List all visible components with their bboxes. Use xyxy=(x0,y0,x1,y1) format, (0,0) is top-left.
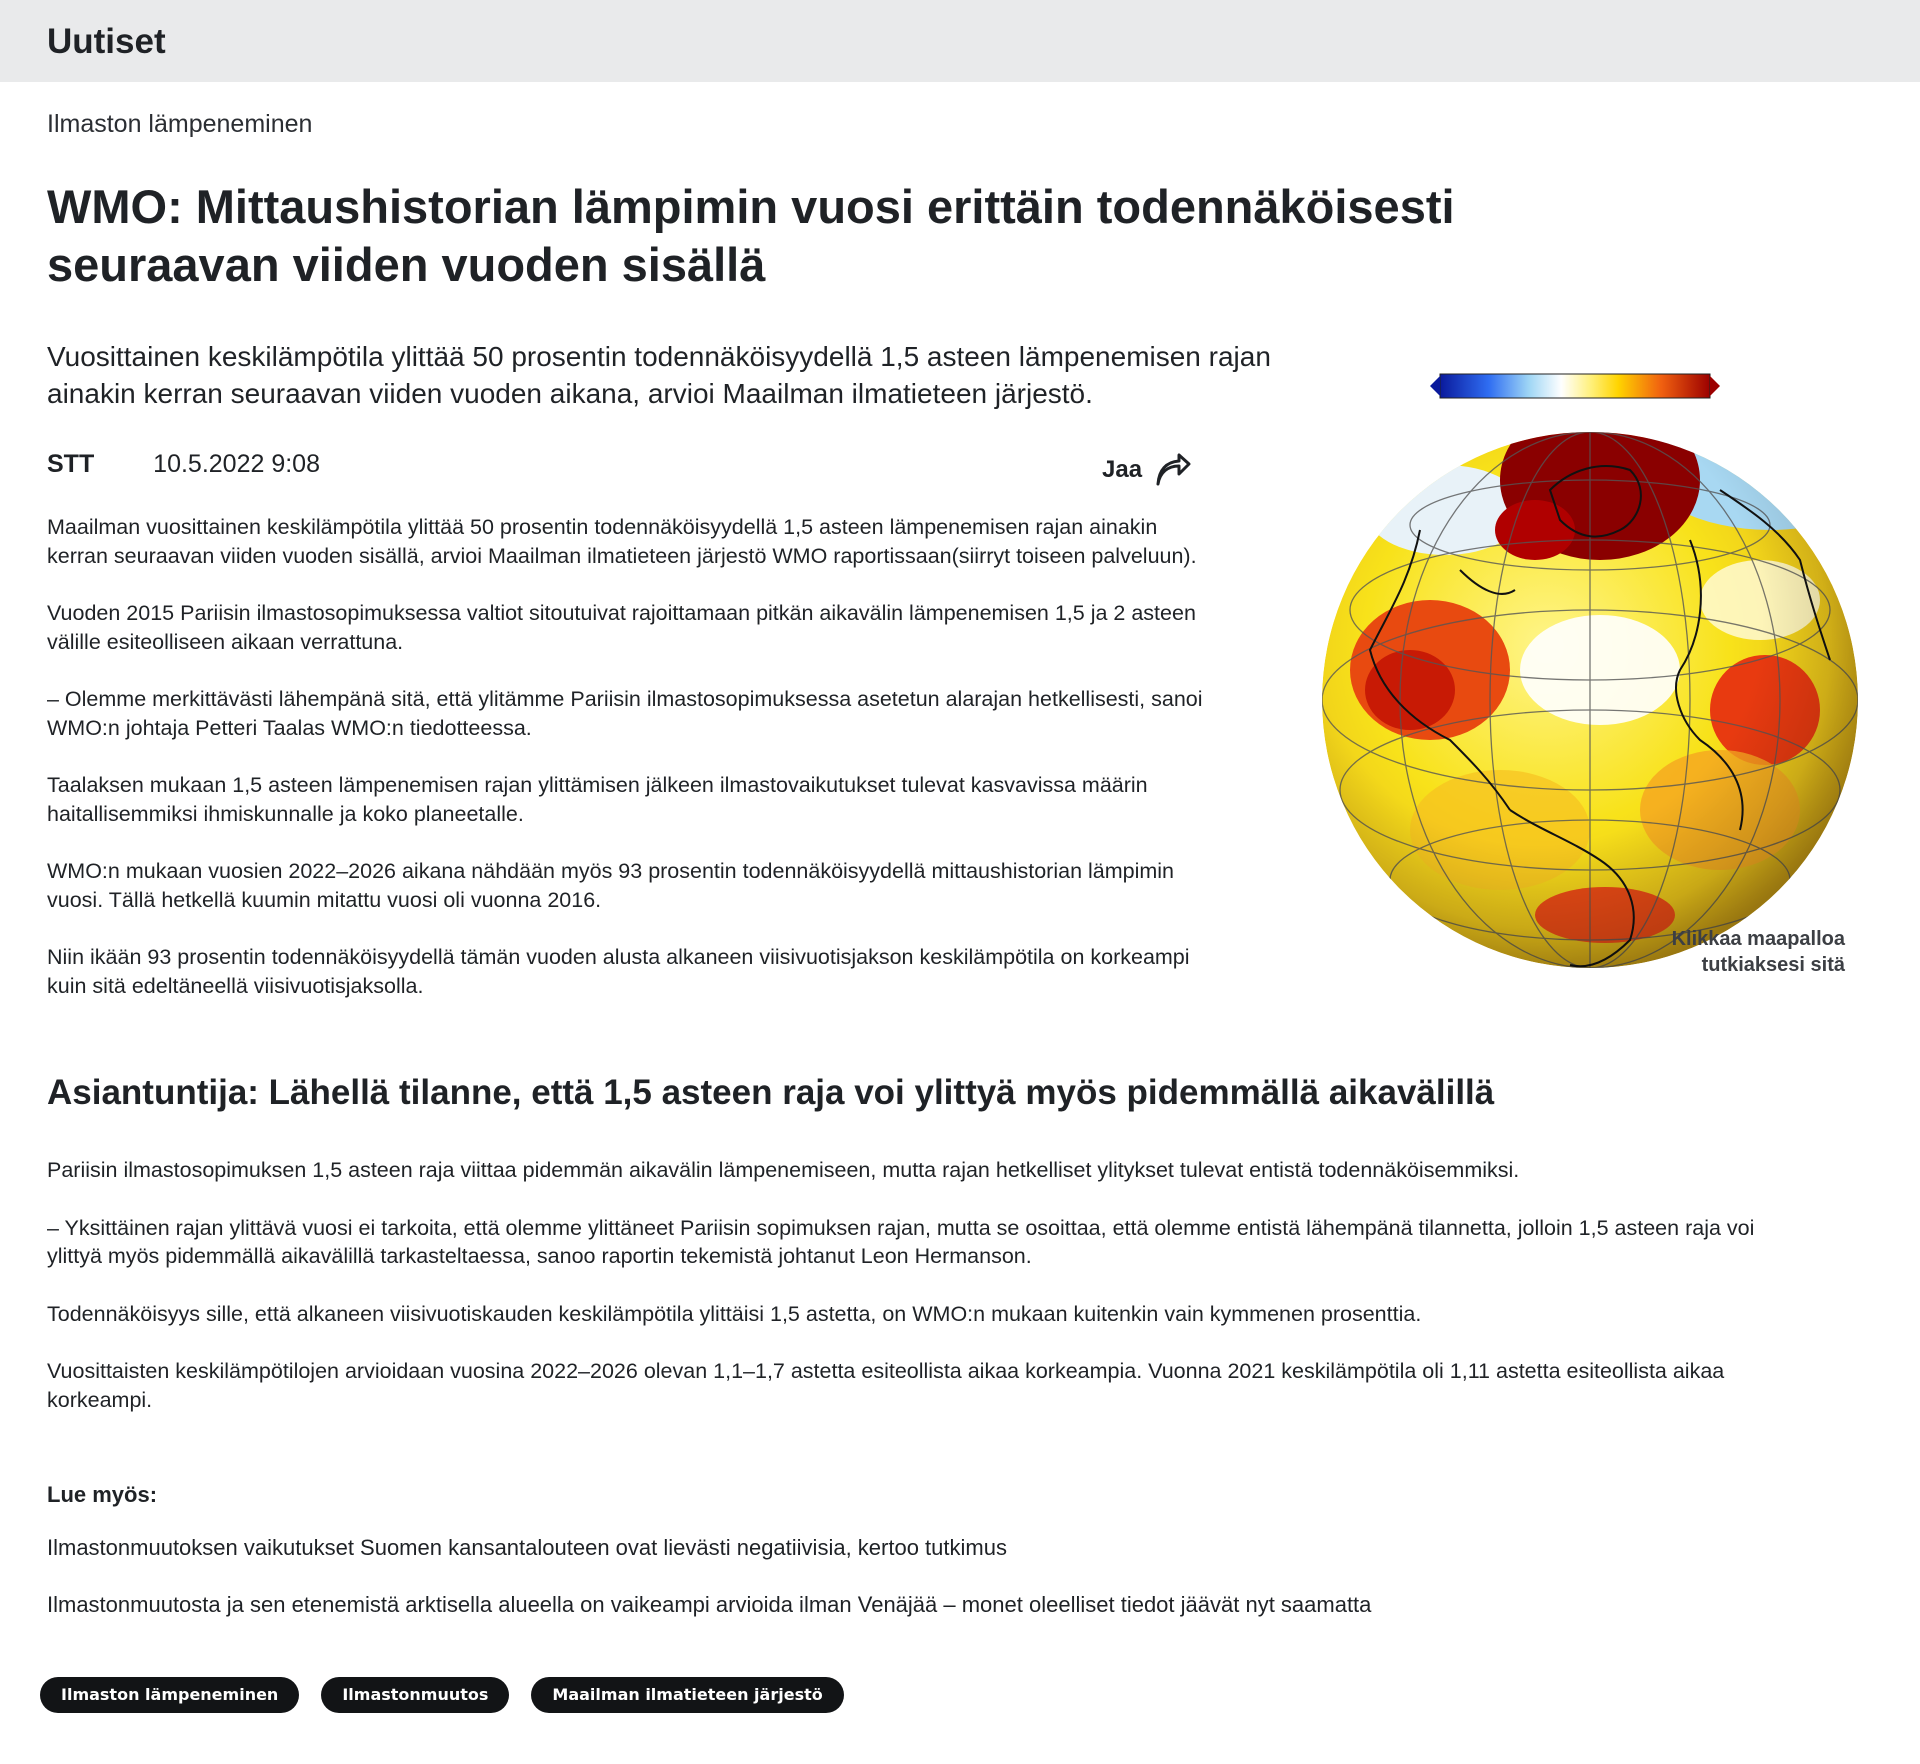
paragraph: Taalaksen mukaan 1,5 asteen lämpenemisen… xyxy=(47,773,1148,826)
tag-list: Ilmaston lämpeneminen Ilmastonmuutos Maa… xyxy=(40,1677,844,1713)
read-more-link[interactable]: Ilmastonmuutoksen vaikutukset Suomen kan… xyxy=(47,1535,1007,1561)
section-label[interactable]: Ilmaston lämpeneminen xyxy=(47,110,312,139)
top-bar: Uutiset xyxy=(0,0,1920,82)
interactive-globe[interactable] xyxy=(1300,360,1860,1010)
article-lead: Vuosittainen keskilämpötila ylittää 50 p… xyxy=(47,341,1271,409)
share-button[interactable]: Jaa xyxy=(1102,453,1192,487)
read-more-title: Lue myös: xyxy=(47,1482,158,1507)
paragraph: – Yksittäinen rajan ylittävä vuosi ei ta… xyxy=(47,1215,1755,1269)
globe-caption: Klikkaa maapalloa tutkiaksesi sitä xyxy=(1671,928,1845,976)
article-body: Maailman vuosittainen keskilämpötila yli… xyxy=(47,513,1217,1029)
author: STT xyxy=(47,450,95,478)
globe-map xyxy=(1322,432,1858,968)
paragraph: Pariisin ilmastosopimuksen 1,5 asteen ra… xyxy=(47,1158,1520,1182)
paragraph: Todennäköisyys sille, että alkaneen viis… xyxy=(47,1301,1422,1326)
paragraph: Niin ikään 93 prosentin todennäköisyydel… xyxy=(47,945,1190,998)
share-label: Jaa xyxy=(1102,456,1143,483)
share-arrow-icon xyxy=(1156,453,1191,486)
paragraph: Maailman vuosittainen keskilämpötila yli… xyxy=(47,515,1197,568)
paragraph: Vuosittaisten keskilämpötilojen arvioida… xyxy=(47,1359,1725,1412)
paragraph: WMO:n mukaan vuosien 2022–2026 aikana nä… xyxy=(47,859,1175,912)
paragraph: Vuoden 2015 Pariisin ilmastosopimuksessa… xyxy=(47,601,1196,654)
article-subheading: Asiantuntija: Lähellä tilanne, että 1,5 … xyxy=(47,1073,1495,1112)
read-more-link[interactable]: Ilmastonmuutosta ja sen etenemistä arkti… xyxy=(47,1592,1371,1618)
tag-chip[interactable]: Maailman ilmatieteen järjestö xyxy=(531,1677,844,1713)
tag-chip[interactable]: Ilmastonmuutos xyxy=(321,1677,510,1713)
tag-chip[interactable]: Ilmaston lämpeneminen xyxy=(40,1677,300,1713)
site-brand[interactable]: Uutiset xyxy=(47,22,166,62)
paragraph: – Olemme merkittävästi lähempänä sitä, e… xyxy=(47,687,1203,740)
color-scale xyxy=(1430,373,1720,399)
byline: STT 10.5.2022 9:08 xyxy=(47,450,320,479)
article-body-continued: Pariisin ilmastosopimuksen 1,5 asteen ra… xyxy=(47,1156,1807,1443)
publish-date: 10.5.2022 9:08 xyxy=(153,450,320,478)
article-headline: WMO: Mittaushistorian lämpimin vuosi eri… xyxy=(47,180,1455,291)
